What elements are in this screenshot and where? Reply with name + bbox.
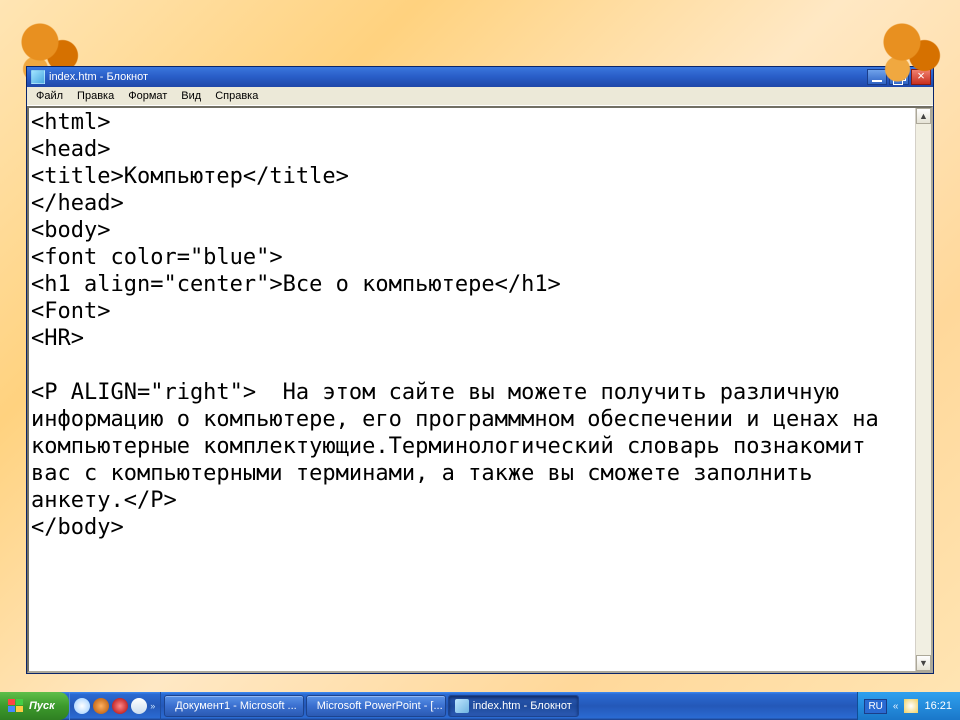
tray-icon[interactable] — [904, 699, 918, 713]
task-button-notepad[interactable]: index.htm - Блокнот — [448, 695, 579, 717]
notepad-icon — [455, 699, 469, 713]
scroll-track[interactable] — [916, 124, 931, 655]
task-label: index.htm - Блокнот — [473, 700, 572, 712]
tray-chevron-icon[interactable]: « — [893, 701, 899, 712]
quick-launch: » — [69, 692, 161, 720]
windows-flag-icon — [8, 699, 24, 713]
window-title: index.htm - Блокнот — [49, 71, 863, 83]
window-controls — [867, 69, 931, 85]
task-buttons: Документ1 - Microsoft ... Microsoft Powe… — [161, 692, 858, 720]
menu-view[interactable]: Вид — [174, 88, 208, 104]
clock[interactable]: 16:21 — [924, 700, 952, 712]
quick-launch-icon[interactable] — [93, 698, 109, 714]
quick-launch-icon[interactable] — [112, 698, 128, 714]
task-label: Документ1 - Microsoft ... — [175, 700, 297, 712]
restore-button[interactable] — [889, 69, 909, 85]
chevron-right-icon[interactable]: » — [150, 697, 156, 715]
notepad-window: index.htm - Блокнот Файл Правка Формат В… — [26, 66, 934, 674]
menu-format[interactable]: Формат — [121, 88, 174, 104]
menubar: Файл Правка Формат Вид Справка — [27, 87, 933, 106]
task-button-word[interactable]: Документ1 - Microsoft ... — [164, 695, 304, 717]
taskbar: Пуск » Документ1 - Microsoft ... Microso… — [0, 692, 960, 720]
start-button[interactable]: Пуск — [0, 692, 69, 720]
menu-help[interactable]: Справка — [208, 88, 265, 104]
minimize-button[interactable] — [867, 69, 887, 85]
close-button[interactable] — [911, 69, 931, 85]
scroll-down-arrow-icon[interactable]: ▼ — [916, 655, 931, 671]
task-label: Microsoft PowerPoint - [... — [317, 700, 443, 712]
text-editor[interactable]: <html> <head> <title>Компьютер</title> <… — [29, 108, 915, 671]
vertical-scrollbar[interactable]: ▲ ▼ — [915, 108, 931, 671]
quick-launch-icon[interactable] — [131, 698, 147, 714]
menu-edit[interactable]: Правка — [70, 88, 121, 104]
system-tray: RU « 16:21 — [857, 692, 960, 720]
scroll-up-arrow-icon[interactable]: ▲ — [916, 108, 931, 124]
task-button-powerpoint[interactable]: Microsoft PowerPoint - [... — [306, 695, 446, 717]
titlebar[interactable]: index.htm - Блокнот — [27, 67, 933, 87]
desktop: index.htm - Блокнот Файл Правка Формат В… — [0, 0, 960, 720]
client-area: <html> <head> <title>Компьютер</title> <… — [27, 106, 933, 673]
notepad-icon — [31, 70, 45, 84]
language-indicator[interactable]: RU — [864, 699, 886, 714]
quick-launch-icon[interactable] — [74, 698, 90, 714]
menu-file[interactable]: Файл — [29, 88, 70, 104]
start-label: Пуск — [29, 700, 55, 712]
